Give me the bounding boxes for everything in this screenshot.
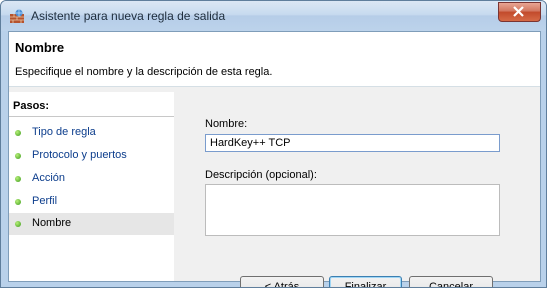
form-panel: Nombre: Descripción (opcional): < Atrás … [177,92,540,287]
step-label: Nombre [32,217,72,229]
cancel-button[interactable]: Cancelar [409,276,493,287]
step-accion[interactable]: Acción [9,168,174,190]
page-description: Especifique el nombre y la descripción d… [15,66,273,78]
steps-divider [9,116,174,117]
step-bullet-icon [15,176,21,182]
step-bullet-icon [15,130,21,136]
steps-panel: Pasos: Tipo de regla Protocolo y puertos… [9,92,174,281]
step-label: Tipo de regla [32,126,96,138]
step-bullet-icon [15,153,21,159]
step-protocolo-y-puertos[interactable]: Protocolo y puertos [9,145,174,167]
step-label: Acción [32,172,66,184]
name-label: Nombre: [205,118,248,130]
firewall-app-icon [10,9,24,23]
name-input[interactable] [205,134,500,152]
steps-label: Pasos: [13,100,50,112]
step-tipo-de-regla[interactable]: Tipo de regla [9,122,174,144]
close-button[interactable] [498,2,541,22]
step-bullet-icon [15,221,21,227]
step-nombre: Nombre [9,213,174,235]
description-label: Descripción (opcional): [205,169,317,181]
page-title: Nombre [15,40,65,55]
step-perfil[interactable]: Perfil [9,191,174,213]
wizard-header: Nombre Especifique el nombre y la descri… [9,32,540,87]
wizard-client-area: Nombre Especifique el nombre y la descri… [8,31,541,287]
step-bullet-icon [15,199,21,205]
close-icon [513,6,524,17]
step-label: Perfil [32,195,58,207]
finish-button[interactable]: Finalizar [329,276,402,287]
back-button[interactable]: < Atrás [240,276,324,287]
window-title: Asistente para nueva regla de salida [31,9,226,23]
step-label: Protocolo y puertos [32,149,127,161]
title-bar[interactable]: Asistente para nueva regla de salida [1,1,546,31]
wizard-window: Asistente para nueva regla de salida Nom… [0,0,547,288]
description-input[interactable] [205,184,500,236]
